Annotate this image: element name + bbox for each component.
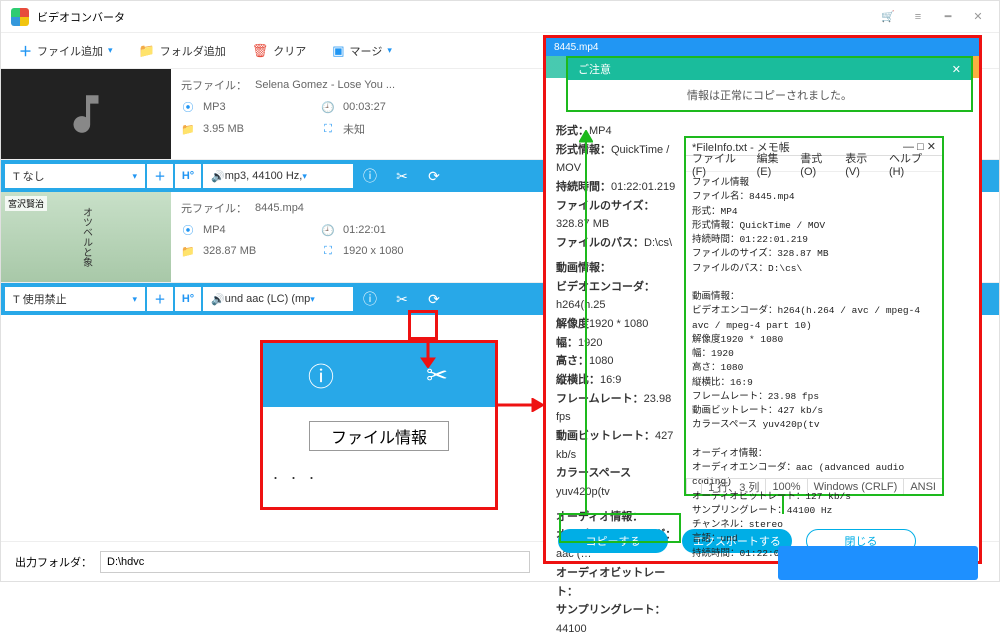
plus-button[interactable]: ＋: [147, 164, 173, 188]
resolution-value: 1920 x 1080: [343, 245, 404, 257]
clear-button[interactable]: 🗑クリア: [242, 39, 317, 63]
annotation-highlight-copy: [559, 513, 681, 543]
hq-button[interactable]: H°: [175, 164, 201, 188]
refresh-icon[interactable]: ⟳: [419, 161, 449, 191]
notice-close-icon[interactable]: ✕: [952, 63, 961, 76]
format-icon: ⦿: [181, 100, 195, 114]
tooltip: ファイル情報: [309, 421, 449, 451]
hq-button[interactable]: H°: [175, 287, 201, 311]
folder-icon: 📁: [181, 244, 195, 258]
add-folder-button[interactable]: 📁フォルダ追加: [129, 39, 236, 63]
folder-icon: 📁: [181, 122, 195, 136]
resolution-value: 未知: [343, 121, 365, 137]
app-logo: [11, 8, 29, 26]
duration-value: 01:22:01: [343, 224, 386, 236]
app-title: ビデオコンバータ: [37, 9, 125, 25]
annotation-callout: ⓘ ✂ ファイル情報 . . .: [260, 340, 498, 510]
source-label: 元ファイル：: [181, 77, 247, 93]
mode-select[interactable]: T なし▾: [5, 164, 145, 188]
source-label: 元ファイル：: [181, 200, 247, 216]
format-icon: ⦿: [181, 223, 195, 237]
source-name: 8445.mp4: [255, 202, 304, 214]
codec-select[interactable]: 🔊 und aac (LC) (mp ▾: [203, 287, 353, 311]
info-icon-large: ⓘ: [263, 343, 379, 407]
resolution-icon: ⛶: [321, 244, 335, 258]
plus-button[interactable]: ＋: [147, 287, 173, 311]
cut-icon-large: ✂: [379, 343, 495, 407]
thumbnail[interactable]: [1, 69, 171, 159]
cut-icon[interactable]: ✂: [387, 161, 417, 191]
thumbnail[interactable]: 宮沢賢治オツベルと象: [1, 192, 171, 282]
info-icon[interactable]: ⓘ: [355, 284, 385, 314]
size-value: 3.95 MB: [203, 123, 313, 135]
source-name: Selena Gomez - Lose You ...: [255, 79, 395, 91]
annotation-highlight-info: [408, 310, 438, 340]
notice-message: 情報は正常にコピーされました。: [568, 80, 971, 110]
mode-select[interactable]: T 使用禁止▾: [5, 287, 145, 311]
clock-icon: 🕘: [321, 223, 335, 237]
notepad-window: *FileInfo.txt - メモ帳 ― □ ✕ ファイル(F)編集(E)書式…: [684, 136, 944, 496]
convert-button[interactable]: [778, 546, 978, 580]
output-folder-label: 出力フォルダ：: [15, 554, 92, 570]
titlebar: ビデオコンバータ 🛒 ≡ ━ ✕: [1, 1, 999, 33]
panel-filename: 8445.mp4: [546, 38, 979, 56]
add-file-button[interactable]: ＋ファイル追加▾: [9, 37, 123, 64]
cart-icon[interactable]: 🛒: [877, 6, 899, 28]
info-icon[interactable]: ⓘ: [355, 161, 385, 191]
output-folder-input[interactable]: [100, 551, 530, 573]
info-kv: 形式：MP4 形式情報：QuickTime / MOV 持続時間：01:22:0…: [556, 122, 686, 639]
format-value: MP4: [203, 224, 313, 236]
merge-button[interactable]: ▣マージ▾: [322, 39, 402, 63]
notepad-menu[interactable]: ファイル(F)編集(E)書式(O)表示(V)ヘルプ(H): [686, 156, 942, 172]
menu-icon[interactable]: ≡: [907, 6, 929, 28]
close-icon[interactable]: ✕: [967, 6, 989, 28]
format-value: MP3: [203, 101, 313, 113]
size-value: 328.87 MB: [203, 245, 313, 257]
notepad-body[interactable]: ファイル情報 ファイル名：8445.mp4 形式：MP4 形式情報：QuickT…: [686, 172, 942, 565]
ellipsis: . . .: [263, 463, 495, 484]
notice-title: ご注意: [578, 61, 611, 77]
clock-icon: 🕘: [321, 100, 335, 114]
notice-box: ご注意 ✕ 情報は正常にコピーされました。: [566, 56, 973, 112]
notepad-statusbar: 1 行、3 列100%Windows (CRLF)ANSI: [686, 478, 942, 494]
minimize-icon[interactable]: ━: [937, 6, 959, 28]
resolution-icon: ⛶: [321, 122, 335, 136]
codec-select[interactable]: 🔊 mp3, 44100 Hz, ▾: [203, 164, 353, 188]
duration-value: 00:03:27: [343, 101, 386, 113]
